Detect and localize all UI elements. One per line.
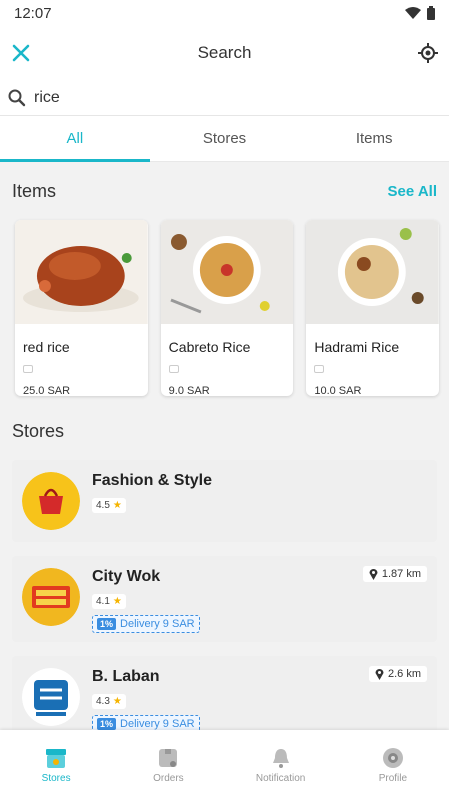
search-input[interactable] [34, 88, 414, 107]
store-rating: 4.5 ★ [92, 498, 126, 513]
stores-section-title: Stores [12, 420, 65, 441]
search-icon [8, 89, 26, 106]
store-card[interactable]: Fashion & Style 4.5 ★ [12, 460, 437, 542]
store-rating: 4.1 ★ [92, 594, 126, 609]
nav-label: Orders [153, 772, 184, 784]
delivery-fee-text: Delivery 9 SAR [120, 718, 195, 730]
store-name: B. Laban [92, 668, 160, 685]
items-section-header: Items See All [0, 162, 449, 220]
tab-stores[interactable]: Stores [150, 116, 300, 161]
star-icon: ★ [112, 596, 122, 607]
store-rating: 4.3 ★ [92, 694, 126, 709]
nav-label: Notification [255, 772, 306, 784]
close-button[interactable] [10, 42, 32, 64]
stores-section-header: Stores [0, 402, 449, 460]
wifi-icon [405, 7, 421, 19]
delivery-fee-text: Delivery 9 SAR [120, 618, 195, 630]
discount-icon: 1% [97, 718, 117, 730]
discount-icon: 1% [97, 618, 117, 630]
items-list: red rice 25.0 SAR Cabreto Rice 9.0 SAR H… [0, 220, 449, 396]
star-icon: ★ [112, 500, 122, 511]
nav-stores[interactable]: Stores [0, 730, 112, 800]
store-icon [46, 748, 67, 768]
locate-button[interactable] [417, 42, 439, 64]
delivery-fee: 1% Delivery 9 SAR [92, 615, 200, 633]
bell-icon [272, 748, 289, 768]
tab-all[interactable]: All [0, 116, 150, 162]
item-price: 9.0 SAR [168, 385, 210, 396]
store-distance: 2.6 km [368, 666, 427, 682]
nav-profile[interactable]: Profile [337, 730, 449, 800]
item-name: red rice [23, 339, 70, 355]
item-name: Hadrami Rice [314, 339, 400, 355]
item-name: Cabreto Rice [168, 339, 251, 355]
item-card[interactable]: red rice 25.0 SAR [15, 220, 148, 396]
tab-bar: All Stores Items [0, 116, 449, 162]
item-card[interactable]: Hadrami Rice 10.0 SAR [306, 220, 440, 396]
store-card[interactable]: City Wok 4.1 ★ 1% Delivery 9 SAR 1.87 km [12, 556, 437, 642]
rating-value: 4.3 [96, 696, 110, 707]
bottom-nav: Stores Orders Notification Profile [0, 730, 449, 800]
nav-orders[interactable]: Orders [112, 730, 224, 800]
distance-value: 2.6 km [387, 668, 421, 680]
store-logo [22, 568, 80, 626]
item-image [15, 220, 148, 324]
gps-target-icon [418, 43, 438, 63]
nav-label: Stores [41, 772, 71, 784]
store-logo [22, 472, 80, 530]
items-section-title: Items [12, 180, 57, 201]
rating-value: 4.5 [96, 500, 110, 511]
nav-label: Profile [378, 772, 408, 784]
item-image [160, 220, 294, 324]
store-name: Fashion & Style [92, 472, 213, 489]
rating-value: 4.1 [96, 596, 110, 607]
app-bar: Search [0, 26, 449, 80]
profile-icon [382, 747, 403, 768]
page-title: Search [197, 43, 252, 62]
tab-items[interactable]: Items [299, 116, 449, 161]
location-pin-icon [375, 669, 384, 680]
item-price: 10.0 SAR [314, 385, 362, 396]
search-bar [0, 80, 449, 116]
star-icon: ★ [112, 696, 122, 707]
status-icons [405, 6, 435, 20]
item-tag-icon [168, 365, 179, 373]
orders-icon [159, 748, 178, 767]
item-card[interactable]: Cabreto Rice 9.0 SAR [160, 220, 294, 396]
store-name: City Wok [92, 568, 161, 585]
item-tag-icon [314, 365, 325, 373]
store-distance: 1.87 km [362, 566, 427, 582]
store-logo [22, 668, 80, 726]
distance-value: 1.87 km [381, 568, 421, 580]
item-image [306, 220, 440, 324]
see-all-link[interactable]: See All [388, 183, 437, 200]
nav-notification[interactable]: Notification [225, 730, 337, 800]
location-pin-icon [369, 569, 378, 580]
item-price: 25.0 SAR [23, 385, 71, 396]
close-icon [12, 44, 30, 62]
status-bar: 12:07 [0, 0, 449, 26]
status-time: 12:07 [14, 4, 52, 22]
item-tag-icon [23, 365, 33, 373]
battery-icon [427, 6, 435, 20]
